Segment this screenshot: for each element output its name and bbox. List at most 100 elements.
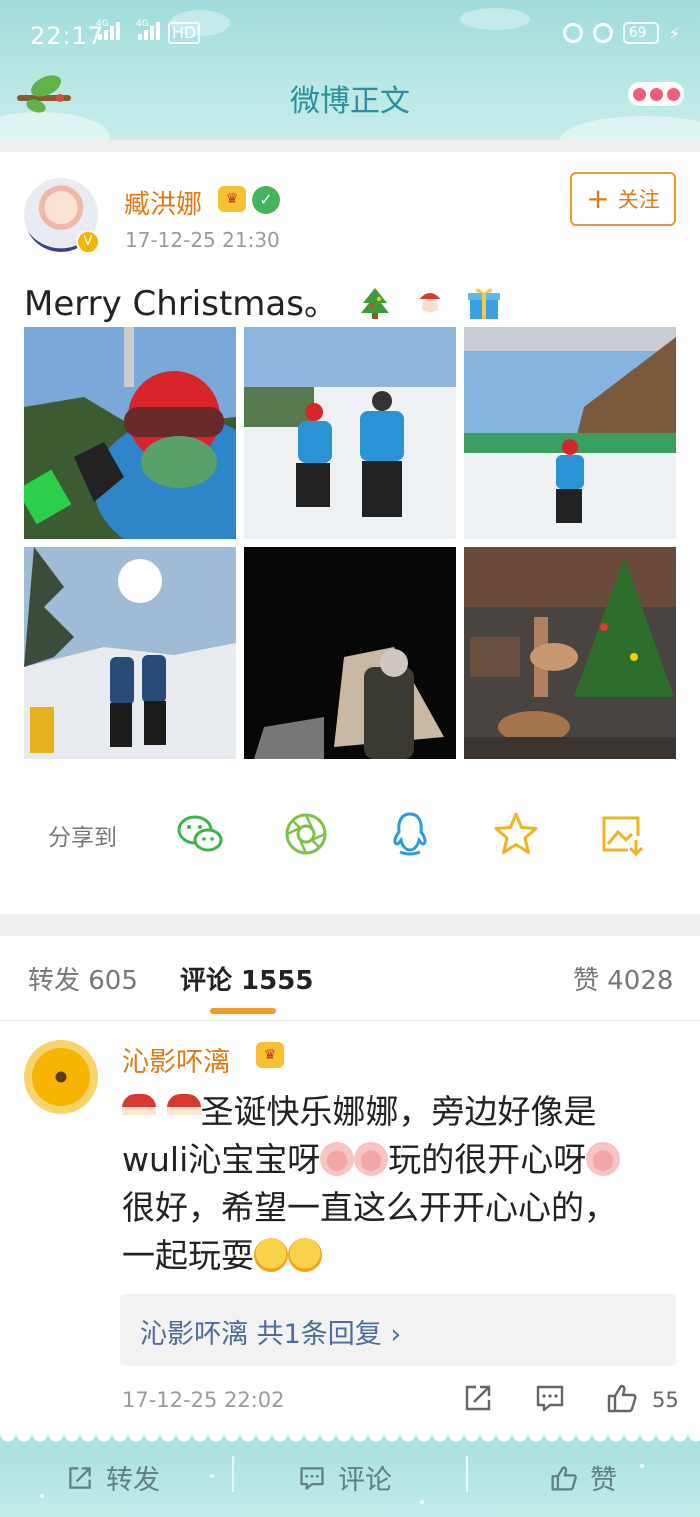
bottom-comment-label: 评论 <box>338 1465 392 1496</box>
more-dot-icon <box>649 87 663 101</box>
santa-icon <box>416 293 443 316</box>
divider <box>0 140 700 152</box>
snow-decoration <box>40 1494 44 1498</box>
post-text: Merry Christmas。 <box>24 276 502 325</box>
santa-emoji-icon <box>122 1094 156 1128</box>
comment-line-text: 一起玩耍 <box>122 1236 254 1275</box>
ski-selfie-image <box>24 327 236 539</box>
commenter-name[interactable]: 沁影吥漓 <box>122 1040 230 1079</box>
snow-decoration <box>210 1474 214 1478</box>
reply-summary-box[interactable]: 沁影吥漓 共1条回复 › <box>120 1294 676 1366</box>
bottom-like-button[interactable]: 赞 <box>550 1458 617 1497</box>
post-timestamp: 17-12-25 21:30 <box>125 228 280 252</box>
post-image[interactable] <box>24 547 236 759</box>
save-image-button[interactable] <box>598 810 646 858</box>
snow-decoration <box>420 1500 424 1504</box>
tab-repost[interactable]: 转发 605 <box>28 960 138 997</box>
post-image[interactable] <box>244 327 456 539</box>
signal-icon: 4G <box>96 19 122 40</box>
top-header: 22:17 4G 4G HD 69 ⚡ 微博正文 <box>0 0 700 140</box>
share-wechat-button[interactable] <box>176 810 224 858</box>
bottom-repost-button[interactable]: 转发 <box>66 1458 160 1497</box>
hug-emoji-icon <box>254 1238 288 1272</box>
post-image[interactable] <box>464 327 676 539</box>
two-kids-skiing-image <box>244 327 456 539</box>
comment-text: 圣诞快乐娜娜，旁边好像是 wuli沁宝宝呀 玩的很开心呀 很好，希望一直这么开开心… <box>122 1088 662 1280</box>
page-title: 微博正文 <box>290 84 410 119</box>
more-dot-icon <box>632 87 646 101</box>
wechat-icon <box>177 815 223 852</box>
post-image[interactable] <box>24 327 236 539</box>
divider <box>0 914 700 936</box>
comment-line: 很好，希望一直这么开开心心的， <box>122 1184 662 1232</box>
christmas-tree-reindeer-image <box>464 547 676 759</box>
commenter-avatar[interactable] <box>24 1040 98 1114</box>
bottom-comment-button[interactable]: 评论 <box>298 1458 392 1497</box>
bottom-like-label: 赞 <box>590 1465 617 1496</box>
status-bar: 22:17 4G 4G HD 69 ⚡ <box>0 0 700 70</box>
comment-like-count: 55 <box>652 1388 679 1412</box>
status-right: 69 ⚡ <box>562 22 680 44</box>
post-image[interactable] <box>464 547 676 759</box>
follow-label: 关注 <box>617 188 660 212</box>
share-label: 分享到 <box>48 825 117 851</box>
vip-crown-icon: ♛ <box>256 1042 284 1068</box>
favorite-star-icon <box>494 812 538 854</box>
signal-icon: 4G <box>136 19 162 40</box>
divider <box>0 1020 700 1021</box>
comment-line: wuli沁宝宝呀 玩的很开心呀 <box>122 1136 662 1184</box>
active-tab-indicator <box>210 1008 276 1014</box>
reply-summary-link[interactable]: 沁影吥漓 共1条回复 › <box>140 1312 401 1351</box>
pig-emoji-icon <box>320 1142 355 1176</box>
status-time: 22:17 <box>30 22 105 50</box>
lock-icon <box>562 23 583 43</box>
comment-icon <box>300 1466 324 1490</box>
alarm-icon <box>592 23 613 43</box>
plus-icon: + <box>586 182 610 215</box>
tab-comments[interactable]: 评论 1555 <box>180 960 313 997</box>
favorite-button[interactable] <box>492 810 540 858</box>
comment-line-text: 圣诞快乐娜娜，旁边好像是 <box>200 1092 597 1131</box>
verified-check-icon: ✓ <box>252 186 280 214</box>
charging-icon: ⚡ <box>668 23 680 43</box>
bottom-repost-label: 转发 <box>106 1465 160 1496</box>
hd-icon: HD <box>168 22 201 44</box>
comment-line: 圣诞快乐娜娜，旁边好像是 <box>122 1088 662 1136</box>
comment-icon <box>536 1385 564 1412</box>
comment-like-button[interactable] <box>606 1382 638 1414</box>
moments-icon <box>285 813 327 855</box>
more-dot-icon <box>666 87 680 101</box>
more-options-button[interactable] <box>628 82 684 106</box>
battery-icon: 69 <box>622 22 659 44</box>
post-text-content: Merry Christmas。 <box>24 284 338 324</box>
hug-emoji-icon <box>288 1238 322 1272</box>
comment-reply-button[interactable] <box>534 1382 566 1414</box>
child-on-slope-image <box>464 327 676 539</box>
share-qq-button[interactable] <box>386 810 434 858</box>
vip-crown-icon: ♛ <box>218 186 246 212</box>
separator <box>466 1456 468 1492</box>
snow-decoration <box>640 1464 644 1468</box>
comment-repost-button[interactable] <box>462 1382 494 1414</box>
comment-line: 一起玩耍 <box>122 1232 662 1280</box>
follow-button[interactable]: + 关注 <box>570 172 676 226</box>
backlit-skiers-image <box>24 547 236 759</box>
santa-emoji-icon <box>166 1094 201 1128</box>
bottom-action-bar: 转发 评论 赞 <box>0 1434 700 1517</box>
qq-icon <box>393 812 427 856</box>
night-scene-image <box>244 547 456 759</box>
save-image-icon <box>602 816 644 857</box>
gift-icon <box>468 288 501 319</box>
repost-icon <box>465 1385 491 1411</box>
post-image[interactable] <box>244 547 456 759</box>
tab-likes[interactable]: 赞 4028 <box>573 960 673 997</box>
thumbs-up-icon <box>607 1384 637 1413</box>
comment-line-text: wuli沁宝宝呀 <box>122 1140 321 1179</box>
pig-emoji-icon <box>354 1142 389 1176</box>
verified-badge-icon: V <box>76 230 100 254</box>
author-name[interactable]: 臧洪娜 <box>124 184 202 221</box>
author-avatar[interactable]: V <box>24 178 100 254</box>
share-moments-button[interactable] <box>282 810 330 858</box>
comment-line-text: 很好，希望一直这么开开心心的， <box>122 1188 617 1227</box>
scallop-decoration <box>0 1434 700 1442</box>
